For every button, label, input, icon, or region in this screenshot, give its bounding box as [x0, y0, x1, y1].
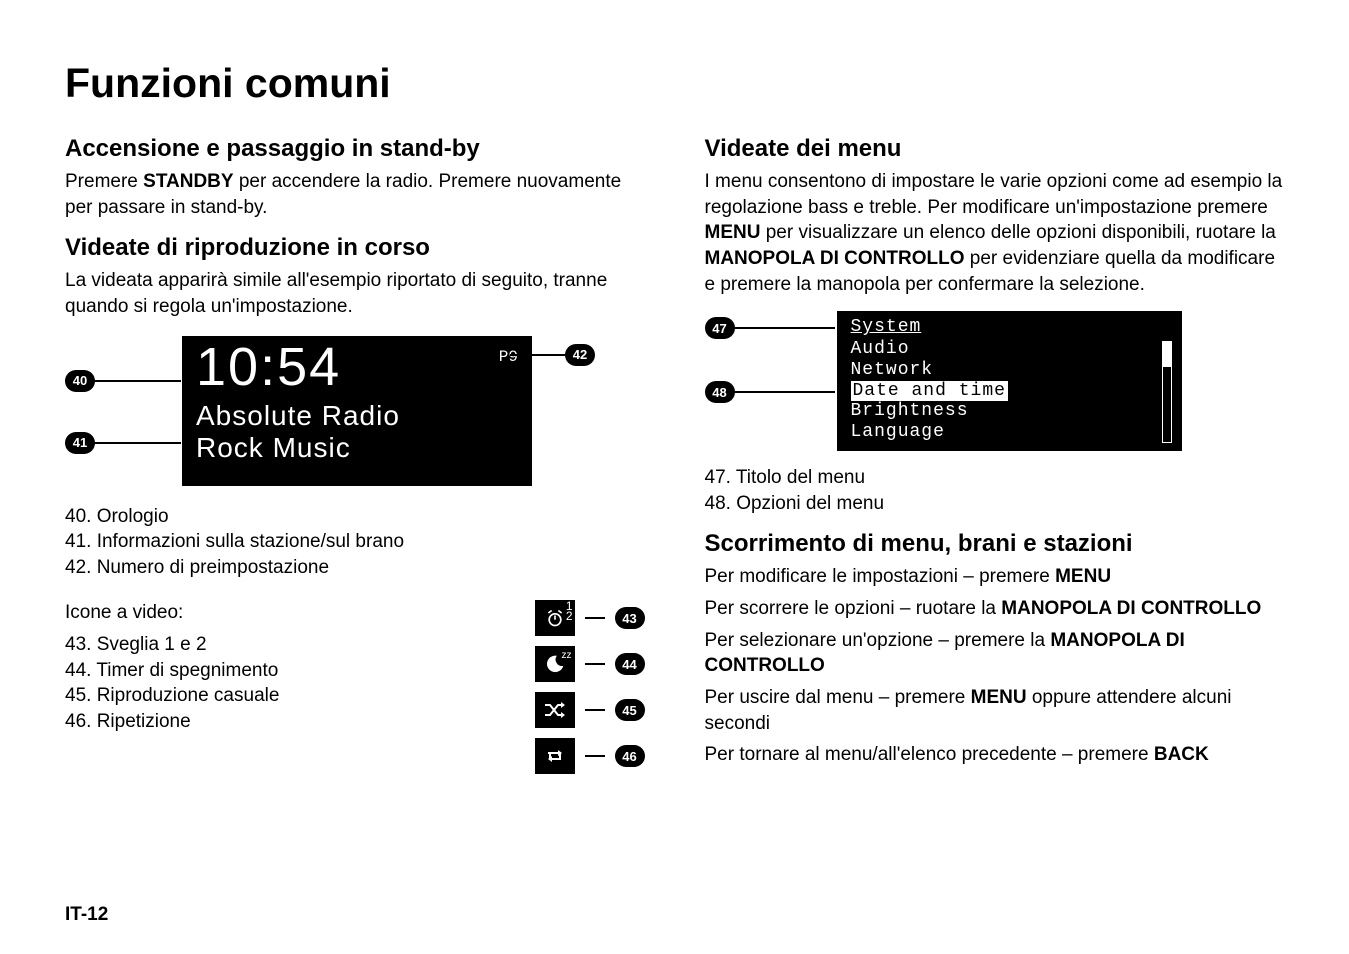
callout-line [585, 709, 605, 711]
icon-row-sleep: zz 44 [535, 646, 645, 682]
page-title: Funzioni comuni [65, 60, 1284, 107]
repeat-icon [535, 738, 575, 774]
callout-line [95, 442, 181, 444]
legend-47-48: 47. Titolo del menu 48. Opzioni del menu [705, 465, 1285, 516]
left-column: Accensione e passaggio in stand-by Preme… [65, 135, 645, 774]
callout-bubble: 48 [705, 381, 735, 403]
icon-row-repeat: 46 [535, 738, 645, 774]
text: Per scorrere le opzioni – ruotare la [705, 598, 1002, 619]
callout-bubble: 41 [65, 432, 95, 454]
sleep-timer-icon: zz [535, 646, 575, 682]
key-label: MENU [971, 687, 1027, 708]
lcd-clock: 10:54 [196, 340, 341, 394]
legend-40-42: 40. Orologio 41. Informazioni sulla staz… [65, 504, 645, 581]
key-standby: STANDBY [143, 171, 233, 192]
alarm-numbers: 1 2 [566, 602, 573, 621]
text: I menu consentono di impostare le varie … [705, 171, 1283, 218]
icons-intro: Icone a video: [65, 600, 495, 626]
heading-menu: Videate dei menu [705, 135, 1285, 163]
callout-line [585, 617, 605, 619]
legend-item: 45. Riproduzione casuale [65, 683, 495, 709]
legend-item: 41. Informazioni sulla stazione/sul bran… [65, 529, 645, 555]
heading-standby: Accensione e passaggio in stand-by [65, 135, 645, 163]
callout-42: 42 [510, 344, 595, 366]
callout-line [735, 327, 835, 329]
icon-column: 1 2 43 zz 44 45 [535, 600, 645, 774]
callout-48: 48 [705, 381, 835, 403]
icon-row-shuffle: 45 [535, 692, 645, 728]
callout-bubble: 40 [65, 370, 95, 392]
legend-item: 42. Numero di preimpostazione [65, 555, 645, 581]
lcd-menu-diagram: System Audio Network Date and time Brigh… [705, 311, 1285, 451]
legend-item: 48. Opzioni del menu [705, 491, 1285, 517]
menu-option: Brightness [851, 401, 1156, 422]
legend-43-46: 43. Sveglia 1 e 2 44. Timer di spegnimen… [65, 632, 495, 735]
key-label: BACK [1154, 744, 1209, 765]
callout-bubble: 47 [705, 317, 735, 339]
menu-option: Audio [851, 339, 1156, 360]
text: Per modificare le impostazioni – premere [705, 566, 1056, 587]
lcd-menu-options: Audio Network Date and time Brightness L… [851, 339, 1156, 442]
instruction-line: Per scorrere le opzioni – ruotare la MAN… [705, 596, 1285, 622]
lcd-track-line: Rock Music [196, 432, 518, 464]
key-menu: MENU [705, 222, 761, 243]
callout-line [735, 391, 835, 393]
text: Premere [65, 171, 143, 192]
lcd-nowplaying-diagram: 10:54 P9 Absolute Radio Rock Music 40 41… [65, 336, 645, 486]
instruction-line: Per selezionare un'opzione – premere la … [705, 628, 1285, 679]
lcd-menu-title: System [851, 317, 1172, 337]
heading-scrolling: Scorrimento di menu, brani e stazioni [705, 530, 1285, 558]
legend-item: 43. Sveglia 1 e 2 [65, 632, 495, 658]
callout-bubble: 45 [615, 699, 645, 721]
heading-nowplaying: Videate di riproduzione in corso [65, 234, 645, 262]
callout-bubble: 43 [615, 607, 645, 629]
menu-option: Language [851, 422, 1156, 443]
alarm-icon: 1 2 [535, 600, 575, 636]
callout-40: 40 [65, 370, 181, 392]
legend-item: 46. Ripetizione [65, 709, 495, 735]
text: Per tornare al menu/all'elenco precedent… [705, 744, 1154, 765]
callout-line [585, 663, 605, 665]
instruction-line: Per tornare al menu/all'elenco precedent… [705, 742, 1285, 768]
shuffle-icon [535, 692, 575, 728]
callout-bubble: 46 [615, 745, 645, 767]
callout-41: 41 [65, 432, 181, 454]
callout-47: 47 [705, 317, 835, 339]
legend-item: 40. Orologio [65, 504, 645, 530]
callout-line [95, 380, 181, 382]
lcd-station-line: Absolute Radio [196, 400, 518, 432]
callout-line [510, 354, 565, 356]
page-footer: IT-12 [65, 904, 108, 926]
key-control-knob: MANOPOLA DI CONTROLLO [705, 248, 965, 269]
paragraph-standby: Premere STANDBY per accendere la radio. … [65, 169, 645, 220]
icon-row-alarm: 1 2 43 [535, 600, 645, 636]
screen-icons-section: Icone a video: 43. Sveglia 1 e 2 44. Tim… [65, 600, 645, 774]
instruction-line: Per uscire dal menu – premere MENU oppur… [705, 685, 1285, 736]
paragraph-menu: I menu consentono di impostare le varie … [705, 169, 1285, 297]
instruction-line: Per modificare le impostazioni – premere… [705, 564, 1285, 590]
legend-item: 47. Titolo del menu [705, 465, 1285, 491]
callout-line [585, 755, 605, 757]
key-label: MENU [1055, 566, 1111, 587]
lcd-menu-screen: System Audio Network Date and time Brigh… [837, 311, 1182, 451]
text: Per uscire dal menu – premere [705, 687, 971, 708]
lcd-scrollbar [1162, 339, 1172, 442]
callout-bubble: 44 [615, 653, 645, 675]
key-label: MANOPOLA DI CONTROLLO [1001, 598, 1261, 619]
menu-option-selected: Date and time [851, 381, 1008, 402]
scroll-instructions: Per modificare le impostazioni – premere… [705, 564, 1285, 767]
menu-option: Network [851, 360, 1156, 381]
text: per visualizzare un elenco delle opzioni… [760, 222, 1275, 243]
callout-bubble: 42 [565, 344, 595, 366]
text: Per selezionare un'opzione – premere la [705, 630, 1051, 651]
zz-label: zz [562, 650, 572, 661]
paragraph-nowplaying: La videata apparirà simile all'esempio r… [65, 268, 645, 319]
lcd-screen: 10:54 P9 Absolute Radio Rock Music [182, 336, 532, 486]
legend-item: 44. Timer di spegnimento [65, 658, 495, 684]
right-column: Videate dei menu I menu consentono di im… [705, 135, 1285, 774]
